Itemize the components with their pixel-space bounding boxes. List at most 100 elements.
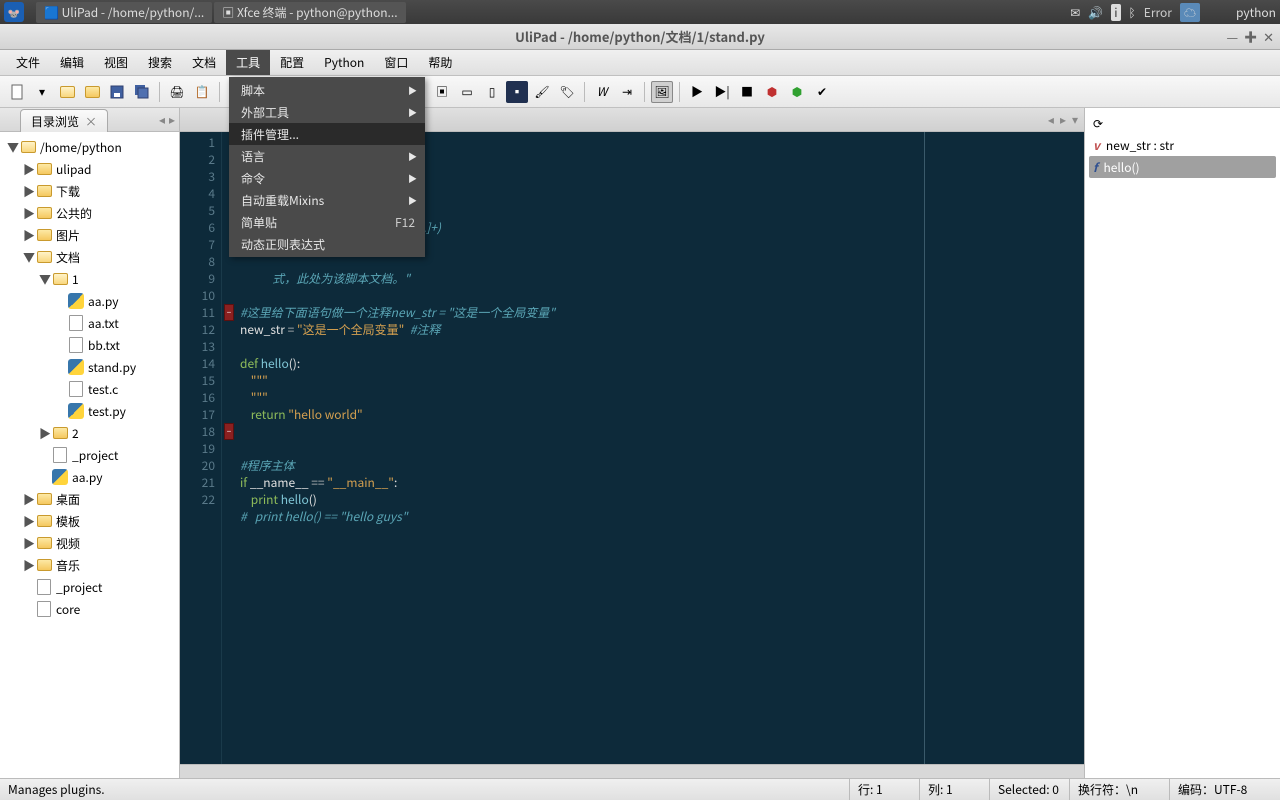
menu-item[interactable]: 自动重载Mixins▶	[229, 189, 425, 211]
folder-open-icon	[52, 271, 68, 287]
save-all-button[interactable]	[131, 81, 153, 103]
new-file-button[interactable]	[6, 81, 28, 103]
tree-item[interactable]: stand.py	[2, 356, 177, 378]
mail-icon[interactable]: ✉	[1070, 4, 1080, 21]
xfce-menu-icon[interactable]: 🐭	[4, 2, 24, 22]
menu-item[interactable]: 脚本▶	[229, 79, 425, 101]
debug-red-button[interactable]: ⬢	[761, 81, 783, 103]
folder-icon	[36, 161, 52, 177]
tree-item[interactable]: ▶2	[2, 422, 177, 444]
folder-open-icon	[20, 139, 36, 155]
horizontal-scrollbar[interactable]	[180, 764, 1084, 778]
tool-tag-button[interactable]: 🏷	[556, 81, 578, 103]
minimize-button[interactable]: —	[1226, 27, 1238, 46]
tree-item[interactable]: _project	[2, 444, 177, 466]
tab-next-icon[interactable]: ▸	[169, 111, 175, 128]
outline-refresh[interactable]: ⟳	[1089, 112, 1276, 134]
tool-split-h-button[interactable]: ▭	[456, 81, 478, 103]
new-dropdown-button[interactable]: ▾	[31, 81, 53, 103]
editor-tab-menu-icon[interactable]: ▾	[1072, 111, 1078, 128]
tree-item[interactable]: ▼1	[2, 268, 177, 290]
menubar: 文件编辑视图搜索文档工具配置Python窗口帮助	[0, 50, 1280, 76]
status-line: 行: 1	[850, 779, 920, 800]
tree-item[interactable]: ▶下载	[2, 180, 177, 202]
bluetooth-icon[interactable]: ᛒ	[1129, 4, 1136, 21]
menu-文件[interactable]: 文件	[6, 50, 50, 75]
taskbar-app-terminal[interactable]: ▣ Xfce 终端 - python@python...	[214, 2, 405, 23]
weather-icon[interactable]: ☁	[1180, 3, 1200, 22]
tool-image-button[interactable]: 🖼	[651, 81, 673, 103]
tree-item[interactable]: ▶ulipad	[2, 158, 177, 180]
tree-label: 视频	[56, 535, 80, 552]
error-indicator[interactable]: Error	[1144, 4, 1172, 21]
menu-帮助[interactable]: 帮助	[418, 50, 462, 75]
menu-配置[interactable]: 配置	[270, 50, 314, 75]
menu-item[interactable]: 外部工具▶	[229, 101, 425, 123]
tree-item[interactable]: bb.txt	[2, 334, 177, 356]
tool-console-button[interactable]: ▪	[506, 81, 528, 103]
run-button[interactable]: ▶	[686, 81, 708, 103]
tool-wrap-button[interactable]: W	[591, 81, 613, 103]
tree-item[interactable]: ▶图片	[2, 224, 177, 246]
tree-item[interactable]: aa.py	[2, 466, 177, 488]
tree-item[interactable]: ▶音乐	[2, 554, 177, 576]
check-button[interactable]: ✔	[811, 81, 833, 103]
tree-item[interactable]: ▶视频	[2, 532, 177, 554]
volume-icon[interactable]: 🔊	[1088, 4, 1103, 21]
tree-label: 1	[72, 271, 79, 288]
save-button[interactable]	[106, 81, 128, 103]
menu-Python[interactable]: Python	[314, 50, 374, 75]
directory-tree[interactable]: ▼/home/python▶ulipad▶下载▶公共的▶图片▼文档▼1aa.py…	[0, 132, 179, 778]
tree-item[interactable]: test.py	[2, 400, 177, 422]
tree-item[interactable]: aa.py	[2, 290, 177, 312]
tool-indent-button[interactable]: ⇥	[616, 81, 638, 103]
open-file-button[interactable]	[56, 81, 78, 103]
info-icon[interactable]: i	[1111, 4, 1120, 21]
close-icon[interactable]: ×	[85, 113, 97, 130]
tool-window-button[interactable]: ▣	[431, 81, 453, 103]
run-to-button[interactable]: ▶|	[711, 81, 733, 103]
tree-item[interactable]: ▶桌面	[2, 488, 177, 510]
tree-item[interactable]: ▼文档	[2, 246, 177, 268]
menu-窗口[interactable]: 窗口	[374, 50, 418, 75]
debug-green-button[interactable]: ⬢	[786, 81, 808, 103]
print-button[interactable]: 🖨	[166, 81, 188, 103]
menu-工具[interactable]: 工具	[226, 50, 270, 75]
menu-编辑[interactable]: 编辑	[50, 50, 94, 75]
taskbar-app-ulipad[interactable]: 🟦 UliPad - /home/python/...	[36, 2, 212, 23]
menu-item[interactable]: 命令▶	[229, 167, 425, 189]
tree-item[interactable]: test.c	[2, 378, 177, 400]
menu-搜索[interactable]: 搜索	[138, 50, 182, 75]
file-icon	[68, 315, 84, 331]
preview-button[interactable]: 📋	[191, 81, 213, 103]
tree-item[interactable]: _project	[2, 576, 177, 598]
tree-item[interactable]: ▶模板	[2, 510, 177, 532]
tree-item[interactable]: ▶公共的	[2, 202, 177, 224]
fold-toggle[interactable]: −	[224, 423, 234, 440]
tree-item[interactable]: ▼/home/python	[2, 136, 177, 158]
tree-label: core	[56, 601, 80, 618]
tool-split-v-button[interactable]: ▯	[481, 81, 503, 103]
editor-tab-prev-icon[interactable]: ◂	[1048, 111, 1054, 128]
menu-文档[interactable]: 文档	[182, 50, 226, 75]
close-button[interactable]: ✕	[1263, 27, 1274, 46]
tab-prev-icon[interactable]: ◂	[159, 111, 165, 128]
tree-item[interactable]: core	[2, 598, 177, 620]
editor-tab-next-icon[interactable]: ▸	[1060, 111, 1066, 128]
menu-item[interactable]: 插件管理...	[229, 123, 425, 145]
outline-item[interactable]: vnew_str : str	[1089, 134, 1276, 156]
tree-item[interactable]: aa.txt	[2, 312, 177, 334]
maximize-button[interactable]: ✚	[1244, 27, 1257, 46]
menu-item[interactable]: 简单贴F12	[229, 211, 425, 233]
menu-item[interactable]: 语言▶	[229, 145, 425, 167]
sidebar-tab-directory[interactable]: 目录浏览×	[20, 109, 108, 133]
tool-brush-button[interactable]: 🖌	[531, 81, 553, 103]
menu-视图[interactable]: 视图	[94, 50, 138, 75]
menu-item[interactable]: 动态正则表达式	[229, 233, 425, 255]
fold-toggle[interactable]: −	[224, 304, 234, 321]
user-label[interactable]: python	[1236, 4, 1276, 21]
open-folder-button[interactable]	[81, 81, 103, 103]
folder-icon	[36, 183, 52, 199]
outline-item[interactable]: fhello()	[1089, 156, 1276, 178]
stop-button[interactable]: ■	[736, 81, 758, 103]
